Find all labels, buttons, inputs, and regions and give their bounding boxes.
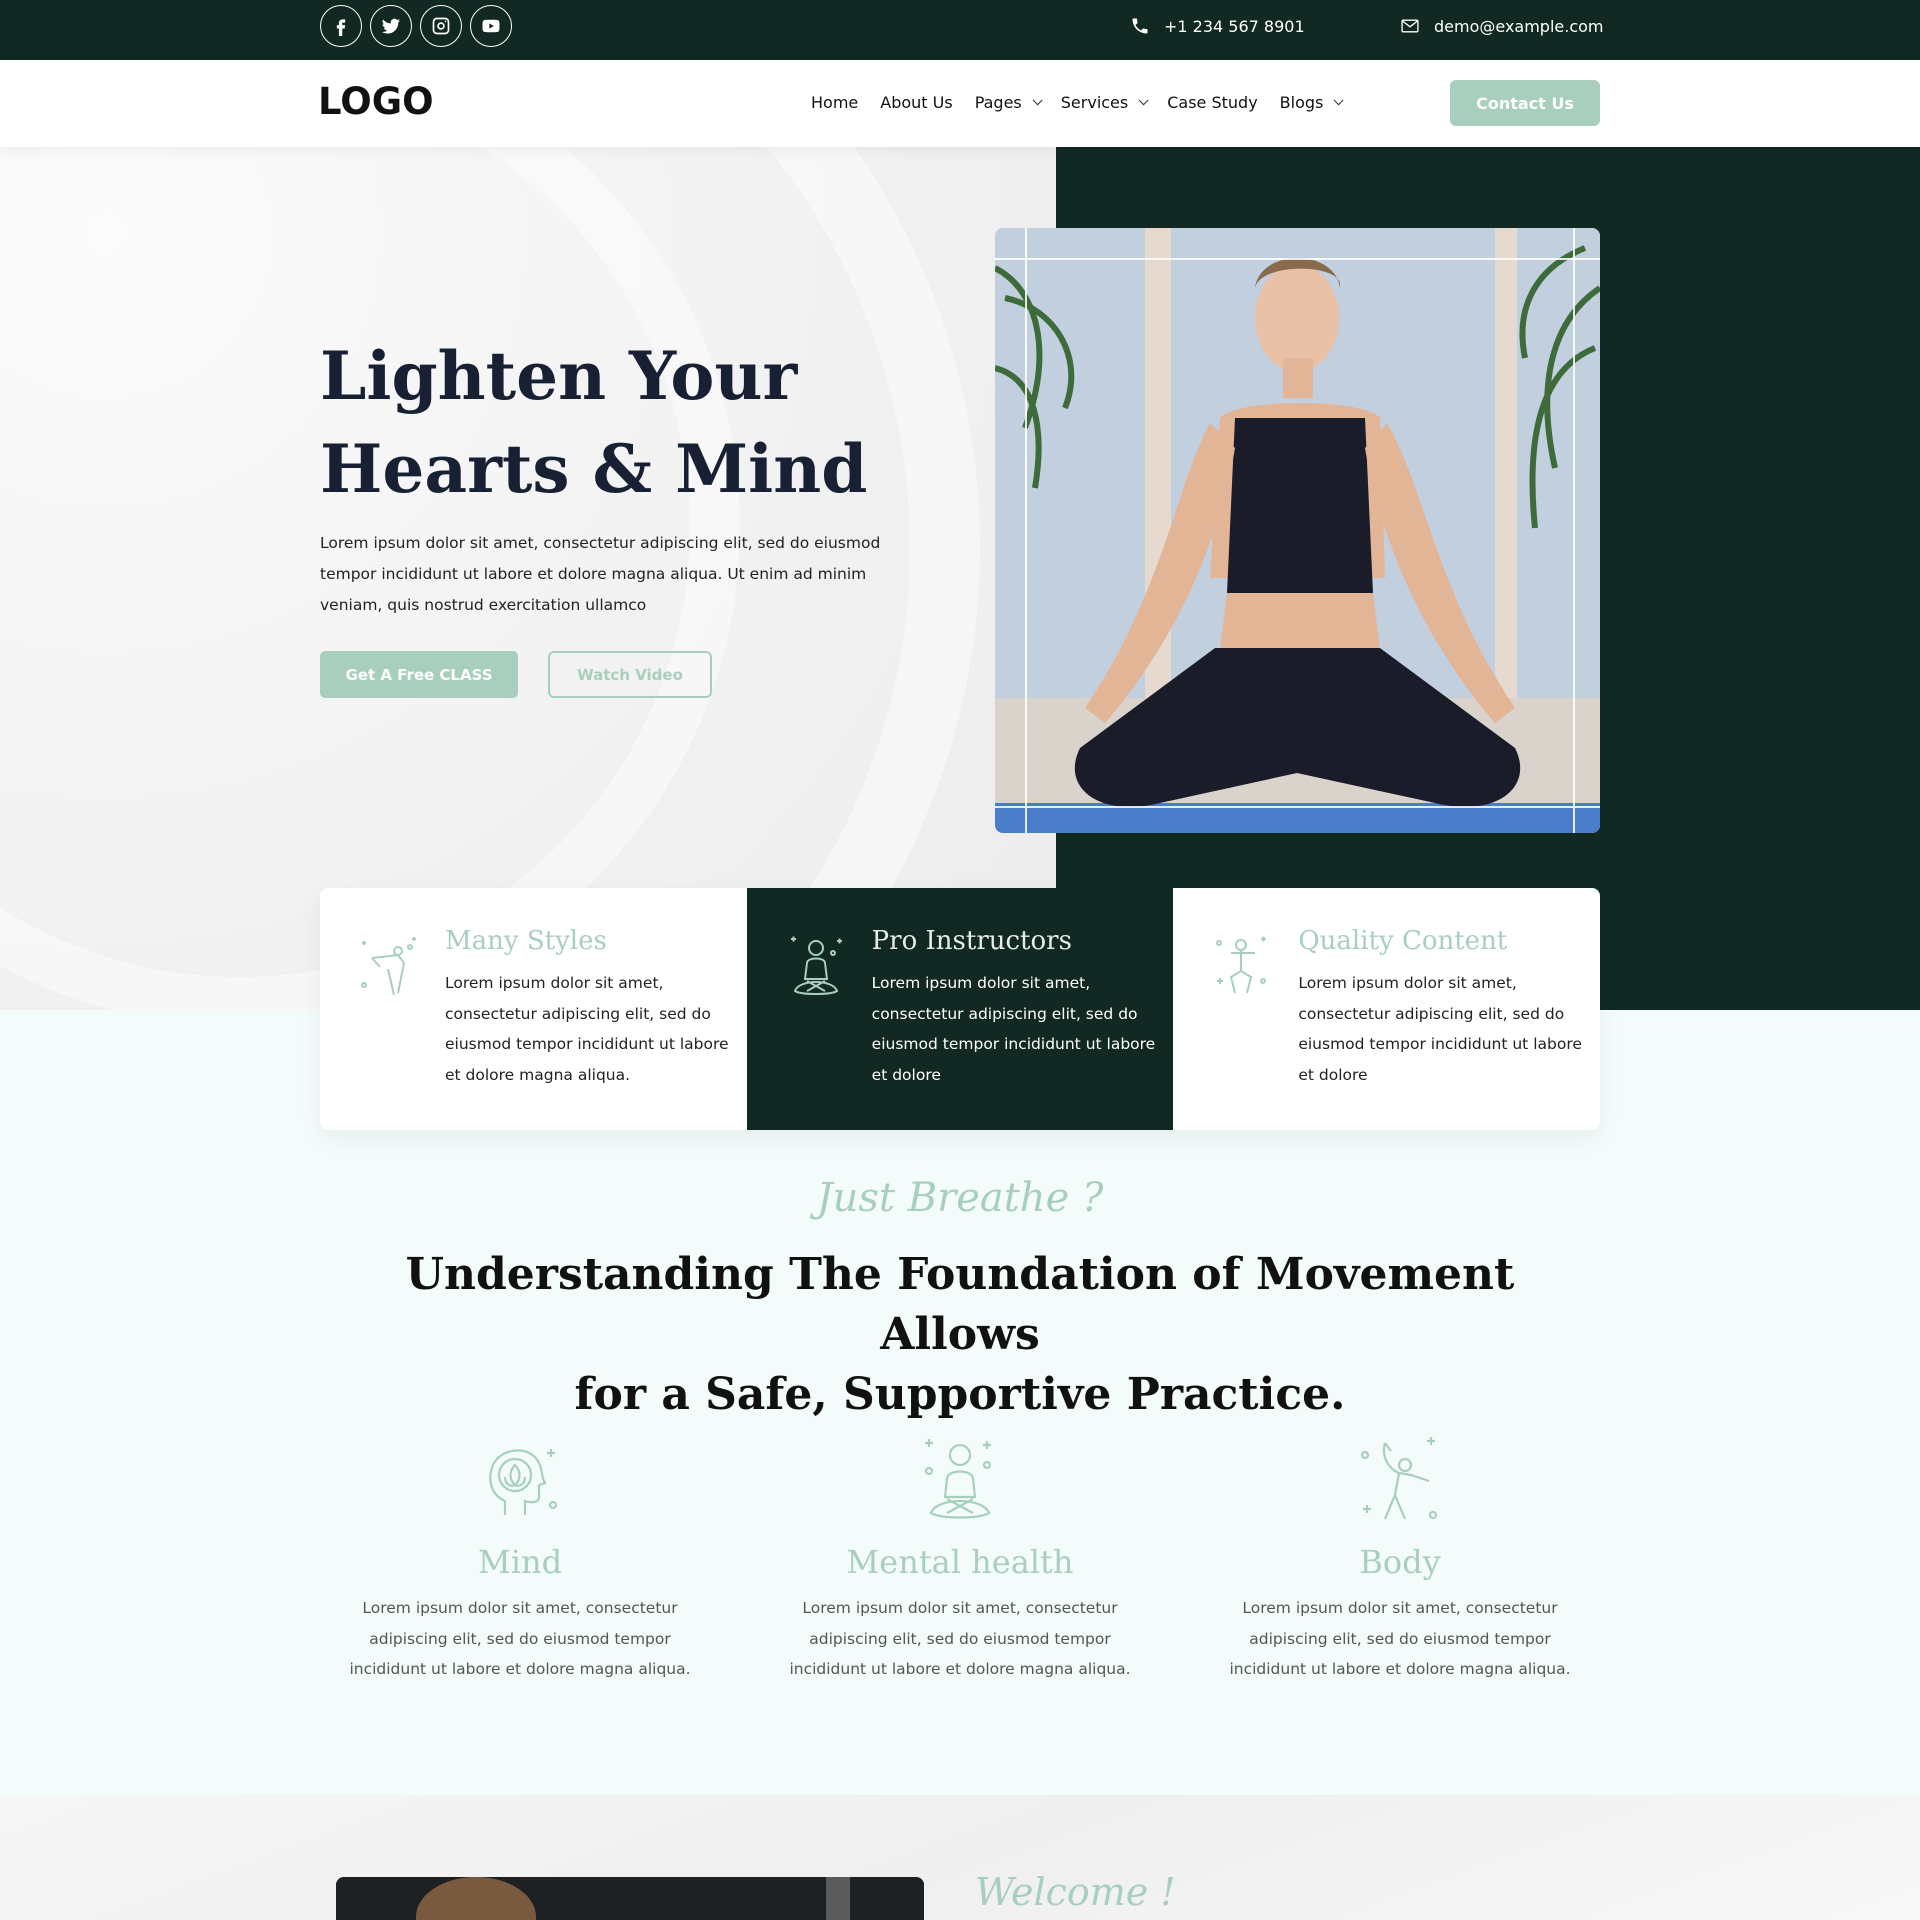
nav-item-case-study[interactable]: Case Study — [1167, 93, 1257, 112]
nav-label: Pages — [974, 93, 1022, 112]
pillar-text: Lorem ipsum dolor sit amet, consectetur … — [1229, 1599, 1571, 1678]
pillar-mind: Mind Lorem ipsum dolor sit amet, consect… — [340, 1435, 700, 1685]
nav-label: About Us — [880, 93, 953, 112]
section-title: Understanding The Foundation of Movement… — [400, 1245, 1520, 1425]
chevron-down-icon — [1138, 95, 1149, 106]
pillar-title: Body — [1359, 1543, 1441, 1581]
nav-item-blogs[interactable]: Blogs — [1279, 93, 1344, 112]
feature-card: Pro Instructors Lorem ipsum dolor sit am… — [746, 888, 1174, 1130]
feature-cards: Many Styles Lorem ipsum dolor sit amet, … — [320, 888, 1600, 1130]
nav-label: Home — [811, 93, 859, 112]
section-title-line-1: Understanding The Foundation of Movement… — [405, 1249, 1515, 1360]
twitter-icon[interactable] — [370, 5, 412, 47]
nav-item-pages[interactable]: Pages — [974, 93, 1043, 112]
card-text: Lorem ipsum dolor sit amet, consectetur … — [445, 974, 729, 1084]
email-address: demo@example.com — [1434, 16, 1604, 36]
meditation-icon — [790, 936, 842, 995]
mind-lotus-icon — [489, 1449, 558, 1515]
hero-title: Lighten Your Hearts & Mind — [320, 330, 920, 516]
pillar-text: Lorem ipsum dolor sit amet, consectetur … — [349, 1599, 691, 1678]
pillar-title: Mind — [477, 1543, 563, 1581]
main-header: LOGO Home About Us Pages Services Case S… — [0, 60, 1920, 147]
card-title: Many Styles — [445, 926, 607, 956]
feature-card: Quality Content Lorem ipsum dolor sit am… — [1173, 888, 1600, 1130]
facebook-icon[interactable] — [320, 5, 362, 47]
pillar-text: Lorem ipsum dolor sit amet, consectetur … — [789, 1599, 1131, 1678]
hero-description: Lorem ipsum dolor sit amet, consectetur … — [320, 534, 881, 614]
top-bar: +1 234 567 8901 demo@example.com — [0, 0, 1920, 60]
card-title: Quality Content — [1298, 926, 1508, 956]
nav-label: Blogs — [1279, 93, 1324, 112]
nav-item-about[interactable]: About Us — [880, 93, 952, 112]
section-title-line-2: for a Safe, Supportive Practice. — [574, 1369, 1346, 1420]
meditation-icon — [924, 1439, 992, 1519]
chevron-down-icon — [1032, 95, 1043, 106]
get-free-class-button[interactable]: Get A Free CLASS — [320, 651, 518, 698]
logo[interactable]: LOGO — [318, 80, 434, 123]
instagram-icon[interactable] — [420, 5, 462, 47]
phone-number: +1 234 567 8901 — [1164, 16, 1305, 36]
card-title: Pro Instructors — [871, 926, 1072, 956]
welcome-photo — [336, 1877, 924, 1920]
yoga-pose-icon — [361, 937, 416, 996]
welcome-script-heading: Welcome ! — [975, 1870, 1176, 1914]
dancer-pose-icon — [1360, 1437, 1438, 1520]
feature-card: Many Styles Lorem ipsum dolor sit amet, … — [320, 888, 747, 1130]
youtube-icon[interactable] — [470, 5, 512, 47]
welcome-section: Welcome ! — [0, 1795, 1920, 1920]
nav-item-home[interactable]: Home — [811, 93, 858, 112]
pillar-body: Body Lorem ipsum dolor sit amet, consect… — [1220, 1435, 1580, 1685]
squat-pose-icon — [1216, 936, 1267, 994]
pillar-title: Mental health — [846, 1543, 1074, 1581]
main-nav: Home About Us Pages Services Case Study … — [811, 93, 1344, 112]
hero-title-line-1: Lighten Your — [320, 337, 798, 415]
pillar-mental-health: Mental health Lorem ipsum dolor sit amet… — [780, 1435, 1140, 1685]
hero-title-line-2: Hearts & Mind — [320, 430, 868, 508]
card-text: Lorem ipsum dolor sit amet, consectetur … — [871, 974, 1156, 1084]
social-links — [320, 5, 512, 47]
nav-item-services[interactable]: Services — [1060, 93, 1149, 112]
nav-label: Services — [1060, 93, 1129, 112]
section-script-heading: Just Breathe ? — [816, 1175, 1104, 1221]
nav-label: Case Study — [1167, 93, 1258, 112]
chevron-down-icon — [1334, 95, 1344, 106]
card-text: Lorem ipsum dolor sit amet, consectetur … — [1298, 974, 1582, 1084]
phone-icon — [1132, 18, 1148, 34]
mail-icon — [1401, 19, 1419, 33]
watch-video-button[interactable]: Watch Video — [548, 651, 712, 698]
hero-yoga-photo — [995, 228, 1600, 833]
phone-contact[interactable]: +1 234 567 8901 — [1130, 16, 1305, 36]
email-contact[interactable]: demo@example.com — [1400, 16, 1604, 36]
contact-us-button[interactable]: Contact Us — [1450, 80, 1600, 126]
